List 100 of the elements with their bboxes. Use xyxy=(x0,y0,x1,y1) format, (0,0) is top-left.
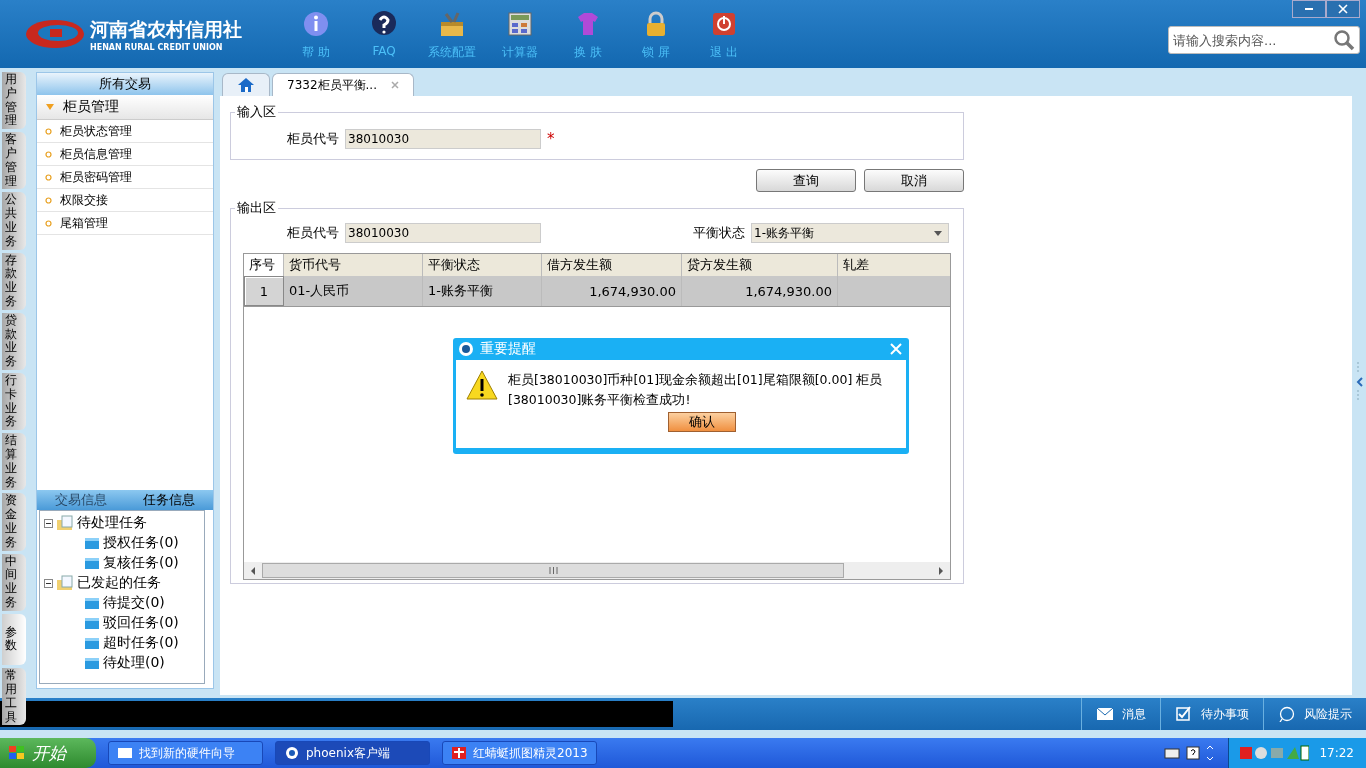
minimize-button[interactable] xyxy=(1292,0,1326,18)
app-icon xyxy=(458,341,474,357)
collapse-icon[interactable] xyxy=(44,518,53,528)
bullet-icon xyxy=(45,173,52,181)
bullet-icon xyxy=(45,196,52,204)
tree-item[interactable]: 复核任务(0) xyxy=(103,554,179,572)
folder-icon xyxy=(84,636,100,650)
logo-icon xyxy=(24,17,86,51)
panel-tab[interactable]: 任务信息 xyxy=(125,490,213,510)
field-label: 平衡状态 xyxy=(693,224,745,242)
field-label: 柜员代号 xyxy=(287,130,339,148)
table-cell: 1,674,930.00 xyxy=(682,276,838,306)
dialog-message: 柜员[38010030]币种[01]现金余额超出[01]尾箱限额[0.00] 柜员[38010030]账务平衡检查成功! xyxy=(508,371,884,409)
side-tab[interactable]: 贷款业务 xyxy=(2,312,26,370)
checkbox-icon xyxy=(1175,706,1193,722)
caret-icon xyxy=(934,230,942,236)
folder-icon xyxy=(84,656,100,670)
logo-title: 河南省农村信用社 xyxy=(90,16,242,42)
side-tab[interactable]: 中间业务 xyxy=(2,553,26,611)
tree-item[interactable]: 已发起的任务 xyxy=(77,574,161,592)
table-cell: 01-人民币 xyxy=(284,276,423,306)
table-cell: 1 xyxy=(244,276,284,306)
tray-icons-drawing[interactable] xyxy=(1239,745,1310,761)
panel-tab[interactable]: 交易信息 xyxy=(37,490,125,510)
side-tab[interactable]: 结算业务 xyxy=(2,433,26,491)
close-icon xyxy=(1338,4,1348,14)
keyboard-icon[interactable] xyxy=(1164,747,1181,759)
tree-item[interactable]: 待提交(0) xyxy=(103,594,165,612)
search-field[interactable]: 请输入搜索内容... xyxy=(1168,26,1360,54)
side-tab[interactable]: 存款业务 xyxy=(2,252,26,310)
expand-icon[interactable] xyxy=(1206,745,1215,761)
confirm-button[interactable]: 确认 xyxy=(668,412,736,432)
globe-icon xyxy=(284,746,300,760)
collapse-handle-icon[interactable] xyxy=(1356,362,1364,402)
windows-logo-icon xyxy=(8,745,26,761)
window-icon xyxy=(117,746,133,760)
calculator-icon xyxy=(506,10,534,38)
status-button[interactable]: 风险提示 xyxy=(1263,698,1366,730)
field-label: 柜员代号 xyxy=(287,224,339,242)
sidebar-header: 所有交易 xyxy=(37,73,213,95)
query-button[interactable]: 查询 xyxy=(756,169,856,192)
folder-icon xyxy=(84,556,100,570)
menu-item[interactable]: 权限交接 xyxy=(37,189,213,212)
required-mark: * xyxy=(547,130,555,148)
taskbar-button[interactable]: 找到新的硬件向导 xyxy=(108,741,263,765)
folder-icon xyxy=(56,575,74,591)
home-tab[interactable] xyxy=(222,73,270,96)
side-tab[interactable]: 公共业务 xyxy=(2,192,26,250)
tree-item[interactable]: 驳回任务(0) xyxy=(103,614,179,632)
folder-icon xyxy=(84,616,100,630)
menu-item[interactable]: 柜员密码管理 xyxy=(37,166,213,189)
question-icon xyxy=(370,10,398,38)
side-tab[interactable]: 行卡业务 xyxy=(2,372,26,431)
menu-item[interactable]: 柜员状态管理 xyxy=(37,120,213,143)
close-button[interactable] xyxy=(1326,0,1360,18)
power-icon xyxy=(710,10,738,38)
horizontal-scrollbar[interactable] xyxy=(244,562,950,579)
teller-id-field[interactable]: 38010030 xyxy=(345,223,541,243)
tree-item[interactable]: 待处理任务 xyxy=(77,514,147,532)
side-tab[interactable]: 资金业务 xyxy=(2,493,26,551)
folder-icon xyxy=(84,596,100,610)
taskbar-button[interactable]: 红蜻蜓抓图精灵2013 xyxy=(442,741,597,765)
menu-group[interactable]: 柜员管理 xyxy=(37,95,213,120)
cancel-button[interactable]: 取消 xyxy=(864,169,964,192)
table-row[interactable]: 1 01-人民币 1-账务平衡 1,674,930.00 1,674,930.00 xyxy=(244,276,950,306)
triangle-icon xyxy=(45,103,55,111)
side-tab[interactable]: 参数 xyxy=(2,613,26,666)
folder-icon xyxy=(56,515,74,531)
status-dropdown[interactable]: 1-账务平衡 xyxy=(751,223,949,243)
grip-icon xyxy=(548,567,558,574)
scroll-thumb[interactable] xyxy=(262,563,844,578)
warning-icon xyxy=(466,370,498,400)
status-button[interactable]: 消息 xyxy=(1081,698,1160,730)
search-icon xyxy=(1333,29,1355,51)
dialog-title: 重要提醒 xyxy=(480,340,536,358)
menu-item[interactable]: 柜员信息管理 xyxy=(37,143,213,166)
toolbox-icon xyxy=(438,10,466,38)
bullet-icon xyxy=(45,127,52,135)
side-tab[interactable]: 用户管理 xyxy=(2,72,26,130)
taskbar-button[interactable]: phoenix客户端 xyxy=(275,741,430,765)
table-cell: 1-账务平衡 xyxy=(423,276,542,306)
bullet-icon xyxy=(45,150,52,158)
side-tab[interactable]: 客户管理 xyxy=(2,132,26,190)
home-icon xyxy=(237,77,255,93)
section-title: 输入区 xyxy=(235,103,278,121)
cross-icon xyxy=(451,746,467,760)
collapse-icon[interactable] xyxy=(44,578,53,588)
logo-subtitle: HENAN RURAL CREDIT UNION xyxy=(90,42,224,52)
tree-item[interactable]: 超时任务(0) xyxy=(103,634,179,652)
bullet-icon xyxy=(45,219,52,227)
page-tab[interactable]: 7332柜员平衡... xyxy=(272,73,414,96)
menu-item[interactable]: 尾箱管理 xyxy=(37,212,213,235)
column-header: 轧差 xyxy=(842,256,870,274)
folder-icon xyxy=(84,536,100,550)
help-icon[interactable] xyxy=(1186,746,1201,760)
side-tab[interactable]: 常用工具 xyxy=(2,668,26,726)
tree-item[interactable]: 待处理(0) xyxy=(103,654,165,672)
teller-id-field[interactable]: 38010030 xyxy=(345,129,541,149)
status-button[interactable]: 待办事项 xyxy=(1160,698,1263,730)
tree-item[interactable]: 授权任务(0) xyxy=(103,534,179,552)
